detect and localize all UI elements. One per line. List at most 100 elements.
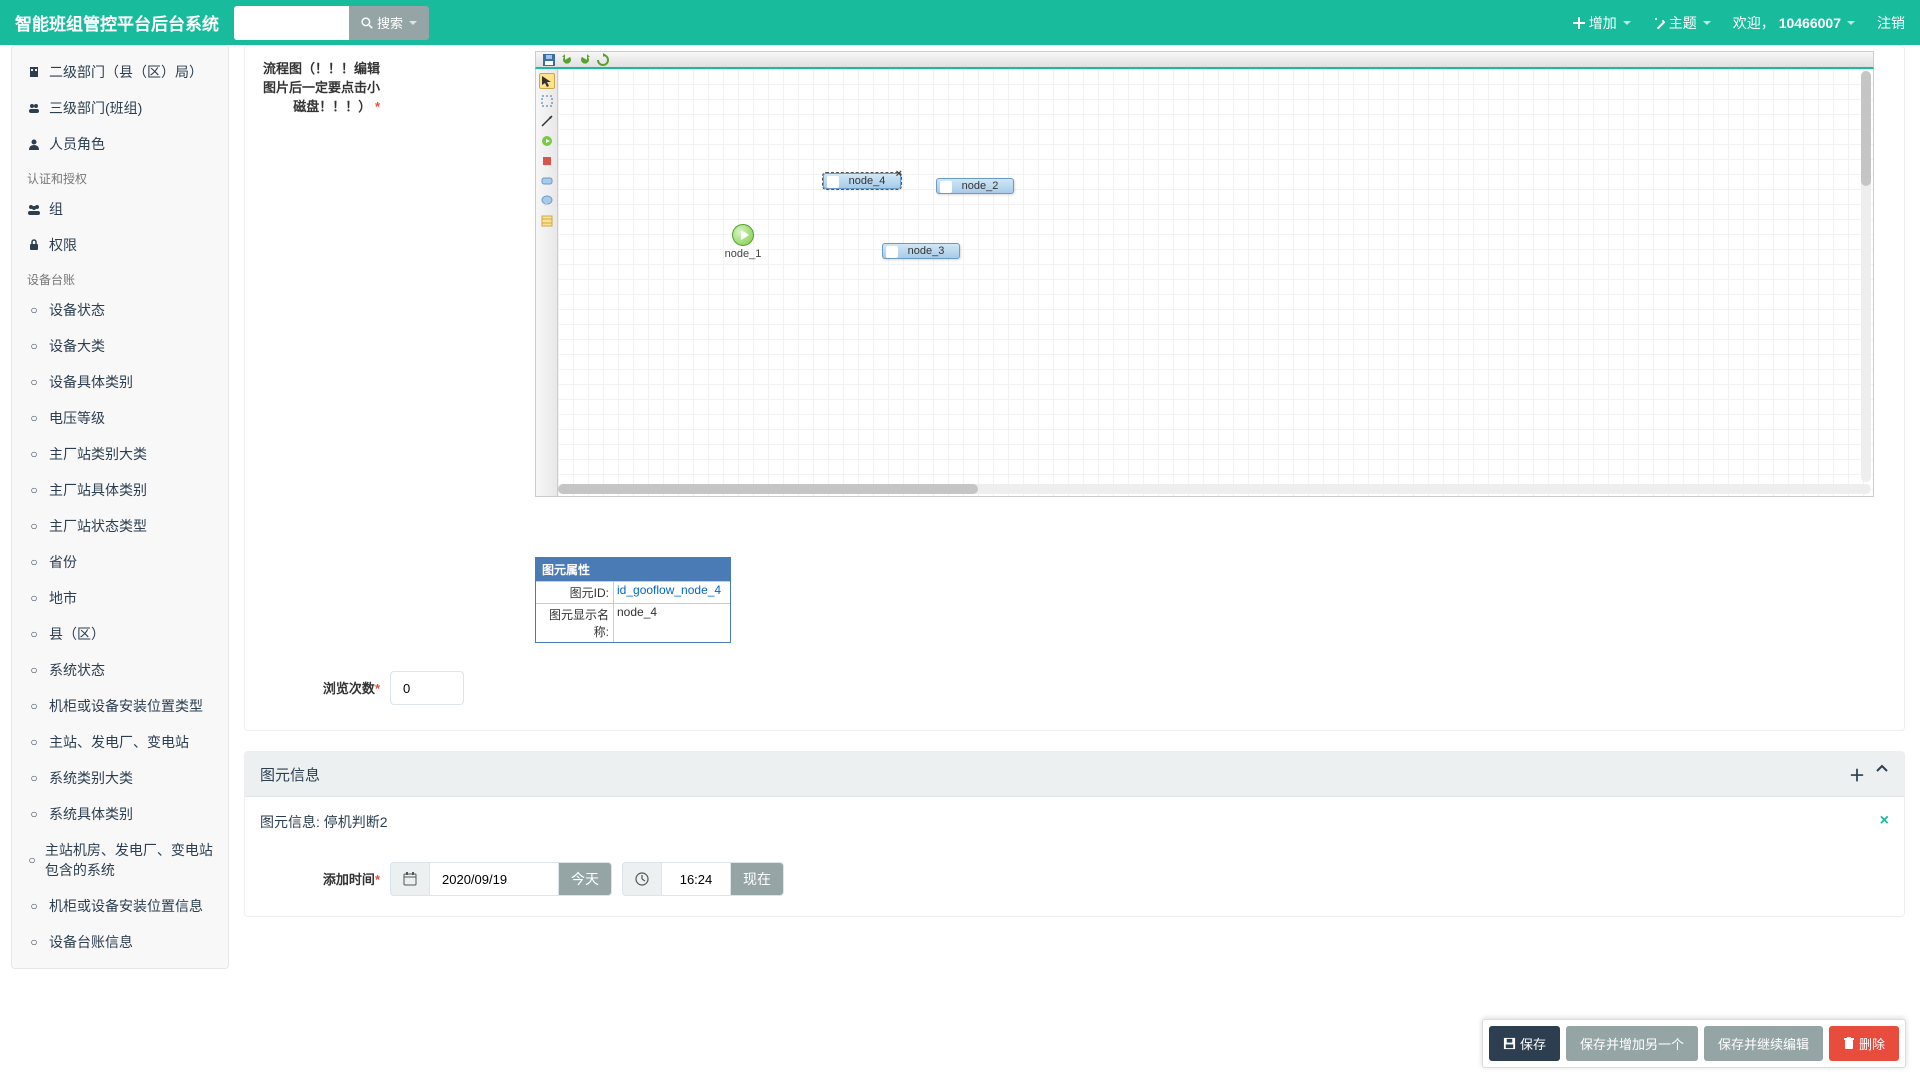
sidebar-item-roles[interactable]: 人员角色 (12, 126, 228, 162)
flow-node-2[interactable]: node_2 (936, 178, 1014, 194)
horizontal-scrollbar[interactable] (558, 484, 1871, 494)
sidebar-item-label: 县（区） (49, 624, 105, 644)
sidebar-item-dev-12[interactable]: 主站、发电厂、变电站 (12, 724, 228, 760)
start-node-tool[interactable] (539, 133, 555, 149)
vertical-scrollbar[interactable] (1861, 71, 1871, 482)
circle-icon (27, 483, 41, 497)
sidebar-item-label: 地市 (49, 588, 77, 608)
sidebar-item-dev-6[interactable]: 主厂站状态类型 (12, 508, 228, 544)
sidebar-item-label: 主厂站状态类型 (49, 516, 147, 536)
circle-icon (27, 771, 41, 785)
sidebar-item-dev-15[interactable]: 主站机房、发电厂、变电站包含的系统 (12, 832, 228, 888)
clock-icon[interactable] (622, 862, 661, 896)
save-button-label: 保存 (1520, 1034, 1546, 1053)
sidebar-item-label: 主厂站具体类别 (49, 480, 147, 500)
grid-tool[interactable] (539, 213, 555, 229)
circle-icon (27, 303, 41, 317)
sidebar-item-dev-1[interactable]: 设备大类 (12, 328, 228, 364)
save-add-another-button[interactable]: 保存并增加另一个 (1566, 1026, 1698, 1061)
properties-header: 图元属性 (536, 558, 730, 581)
sidebar-item-groups[interactable]: 组 (12, 191, 228, 227)
marquee-tool[interactable] (539, 93, 555, 109)
today-button[interactable]: 今天 (559, 862, 612, 896)
date-input[interactable] (429, 862, 559, 896)
collapse-icon[interactable] (1875, 762, 1889, 786)
refresh-icon[interactable] (596, 53, 610, 67)
sidebar-item-dev-14[interactable]: 系统具体类别 (12, 796, 228, 832)
sidebar-item-dev-2[interactable]: 设备具体类别 (12, 364, 228, 400)
chat-node-tool[interactable] (539, 193, 555, 209)
sidebar-item-dev-10[interactable]: 系统状态 (12, 652, 228, 688)
redo-icon[interactable] (578, 53, 592, 67)
flowchart-label: 流程图（！！！编辑图片后一定要点击小磁盘！！！） * (260, 51, 390, 643)
sidebar-item-label: 系统状态 (49, 660, 105, 680)
undo-icon[interactable] (560, 53, 574, 67)
flow-node-3[interactable]: node_3 (882, 243, 960, 259)
action-button-bar: 保存 保存并增加另一个 保存并继续编辑 删除 (1482, 1019, 1906, 1068)
element-properties-panel: 图元属性 图元ID: 图元显示名称: (535, 557, 731, 643)
circle-icon (27, 807, 41, 821)
now-button[interactable]: 现在 (731, 862, 784, 896)
flow-node-label: node_1 (713, 248, 773, 260)
time-input[interactable] (661, 862, 731, 896)
sidebar-item-dev-4[interactable]: 主厂站类别大类 (12, 436, 228, 472)
line-tool[interactable] (539, 113, 555, 129)
sidebar-item-dev-3[interactable]: 电压等级 (12, 400, 228, 436)
flow-node-label: node_2 (962, 180, 999, 192)
sidebar-item-dept3[interactable]: 三级部门(班组) (12, 90, 228, 126)
task-icon (940, 181, 952, 193)
theme-menu[interactable]: 主题 (1653, 13, 1711, 33)
welcome-user[interactable]: 欢迎， 10466007 (1733, 13, 1855, 33)
circle-icon (27, 555, 41, 569)
flow-node-4[interactable]: node_4 × (823, 173, 901, 189)
delete-button[interactable]: 删除 (1829, 1026, 1899, 1061)
search-button[interactable]: 搜索 (349, 6, 429, 40)
sidebar-item-label: 主站、发电厂、变电站 (49, 732, 189, 752)
close-icon[interactable]: × (1880, 812, 1889, 830)
sidebar-item-label: 机柜或设备安装位置信息 (49, 896, 203, 916)
sidebar-item-dev-16[interactable]: 机柜或设备安装位置信息 (12, 888, 228, 924)
calendar-icon[interactable] (390, 862, 429, 896)
sidebar-item-dev-11[interactable]: 机柜或设备安装位置类型 (12, 688, 228, 724)
sidebar-item-dev-13[interactable]: 系统类别大类 (12, 760, 228, 796)
sidebar-item-dev-5[interactable]: 主厂站具体类别 (12, 472, 228, 508)
prop-id-label: 图元ID: (536, 582, 614, 603)
prop-id-input[interactable] (614, 582, 730, 598)
flow-editor: node_1 node_4 × node_2 (535, 51, 1874, 497)
logout-link[interactable]: 注销 (1877, 13, 1905, 33)
circle-icon (27, 591, 41, 605)
add-icon[interactable]: ＋ (1849, 762, 1865, 786)
sidebar-item-perms[interactable]: 权限 (12, 227, 228, 263)
sidebar-item-dev-7[interactable]: 省份 (12, 544, 228, 580)
sidebar-item-dev-8[interactable]: 地市 (12, 580, 228, 616)
add-menu[interactable]: 增加 (1573, 13, 1631, 33)
search-input[interactable] (234, 6, 349, 40)
sidebar-item-label: 设备具体类别 (49, 372, 133, 392)
flow-canvas[interactable]: node_1 node_4 × node_2 (558, 69, 1873, 496)
sidebar-item-dev-17[interactable]: 设备台账信息 (12, 924, 228, 960)
flow-node-start[interactable]: node_1 (713, 224, 773, 260)
task-icon (886, 246, 898, 258)
close-icon[interactable]: × (896, 168, 902, 180)
task-node-tool[interactable] (539, 173, 555, 189)
prop-name-input[interactable] (614, 604, 730, 620)
app-brand[interactable]: 智能班组管控平台后台系统 (15, 10, 219, 35)
magic-icon (1653, 17, 1665, 29)
end-node-tool[interactable] (539, 153, 555, 169)
theme-menu-label: 主题 (1669, 13, 1697, 33)
circle-icon (27, 935, 41, 949)
circle-icon (27, 447, 41, 461)
sidebar-item-dev-9[interactable]: 县（区） (12, 616, 228, 652)
sidebar-item-dept2[interactable]: 二级部门（县（区）局） (12, 54, 228, 90)
save-disk-icon[interactable] (542, 53, 556, 67)
sidebar-item-dev-0[interactable]: 设备状态 (12, 292, 228, 328)
cursor-tool[interactable] (539, 73, 555, 89)
save-button[interactable]: 保存 (1489, 1026, 1560, 1061)
views-input[interactable] (390, 671, 464, 705)
circle-icon (27, 899, 41, 913)
sidebar-item-label: 三级部门(班组) (49, 98, 142, 118)
chevron-down-icon (1623, 21, 1631, 25)
sidebar: 二级部门（县（区）局） 三级部门(班组) 人员角色 认证和授权 组 权限 设备台… (11, 45, 229, 969)
circle-icon (27, 663, 41, 677)
save-continue-button[interactable]: 保存并继续编辑 (1704, 1026, 1823, 1061)
